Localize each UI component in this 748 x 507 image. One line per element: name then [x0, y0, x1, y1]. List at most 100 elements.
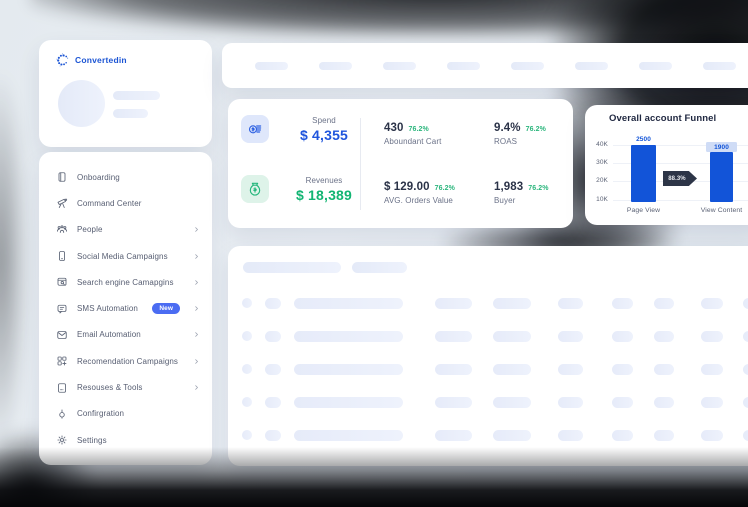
topbar-skeleton-pill	[255, 61, 288, 70]
avatar-skeleton	[58, 80, 105, 127]
phone-icon	[56, 250, 68, 262]
cell-skeleton	[701, 396, 723, 408]
sidebar-item-label: Recomendation Campaigns	[77, 356, 179, 366]
stat-revenues: Revenues $ 18,389	[241, 175, 368, 203]
row-avatar-skeleton	[242, 298, 252, 308]
sidebar-item-onboarding[interactable]: Onboarding	[39, 164, 212, 190]
cell-skeleton	[558, 429, 583, 441]
cell-skeleton	[654, 330, 674, 342]
new-badge: New	[152, 302, 180, 315]
funnel-chart: 40K 30K 20K 10K 2500 Page View 1900 View Conten…	[585, 105, 748, 225]
sidebar-item-recomendation-campaigns[interactable]: Recomendation Campaigns	[39, 348, 212, 374]
mini-stat-value: 9.4%	[494, 122, 521, 134]
stat-value: $ 18,389	[295, 186, 353, 203]
cell-skeleton	[743, 429, 748, 441]
search-doc-icon	[56, 276, 68, 288]
chevron-right-icon	[193, 305, 200, 312]
y-axis-tick: 10K	[596, 195, 608, 203]
sidebar-item-label: Confirgration	[77, 409, 125, 419]
sidebar-item-label: Search engine Camapgins	[77, 277, 174, 287]
brand-logo[interactable]: Convertedin	[56, 53, 127, 67]
people-icon	[56, 224, 68, 236]
funnel-card: Overall account Funnel 40K 30K 20K 10K 2500 P…	[585, 105, 748, 225]
mini-stat-value: 430	[384, 122, 404, 134]
cell-skeleton	[558, 330, 583, 342]
sidebar-item-command-center[interactable]: Command Center	[39, 190, 212, 216]
cell-skeleton	[743, 297, 748, 309]
mini-stat-label: ROAS	[494, 137, 518, 146]
cell-skeleton	[493, 297, 531, 309]
cell-skeleton	[654, 297, 674, 309]
cell-skeleton	[265, 429, 281, 441]
topbar-skeleton-pill	[575, 61, 608, 70]
cell-skeleton	[493, 429, 531, 441]
background-shadow-top	[30, 0, 748, 36]
cell-skeleton	[294, 297, 403, 309]
mini-stat-value: $ 129.00	[384, 181, 430, 193]
sidebar-profile-card: Convertedin	[39, 40, 212, 147]
mail-icon	[56, 329, 68, 341]
conversion-arrow-badge: 88.3%	[663, 171, 697, 186]
cell-skeleton	[493, 396, 531, 408]
telescope-icon	[56, 197, 68, 209]
mini-stat-pct: 76.2%	[525, 126, 546, 133]
cell-skeleton	[435, 396, 472, 408]
sidebar-item-social-media-campaigns[interactable]: Social Media Campaigns	[39, 243, 212, 269]
gear-icon	[56, 434, 68, 446]
stat-label: Revenues	[305, 175, 343, 185]
cell-skeleton	[701, 429, 723, 441]
topbar	[222, 43, 748, 88]
funnel-bar-view-content	[710, 152, 733, 202]
y-axis-tick: 20K	[596, 177, 608, 185]
row-avatar-skeleton	[242, 397, 252, 407]
table-row-skeleton	[228, 429, 748, 441]
plug-icon	[56, 408, 68, 420]
topbar-skeleton-pill	[703, 61, 736, 70]
row-avatar-skeleton	[242, 331, 252, 341]
x-axis-label: View Content	[700, 207, 743, 214]
stat-label: Spend	[312, 115, 336, 125]
mini-stat-buyer: 1,983 76.2% Buyer	[494, 181, 567, 205]
cell-skeleton	[743, 396, 748, 408]
topbar-skeleton-pill	[319, 61, 352, 70]
sidebar-item-search-engine-camapgins[interactable]: Search engine Camapgins	[39, 269, 212, 295]
sidebar-item-people[interactable]: People	[39, 217, 212, 243]
mini-stat-label: Aboundant Cart	[384, 137, 442, 146]
table-row-skeleton	[228, 363, 748, 375]
cell-skeleton	[294, 363, 403, 375]
cell-skeleton	[294, 429, 403, 441]
sidebar-item-settings[interactable]: Settings	[39, 427, 212, 453]
sidebar-item-confirgration[interactable]: Confirgration	[39, 401, 212, 427]
brand-name: Convertedin	[75, 55, 127, 65]
mini-stat-pct: 76.2%	[434, 185, 455, 192]
stat-value: $ 4,355	[299, 126, 349, 143]
stats-card: Spend $ 4,355 Revenues $ 18,389 430 76.2% Abo…	[228, 99, 573, 228]
mini-stat-avg-orders-value: $ 129.00 76.2% AVG. Orders Value	[384, 181, 494, 205]
cell-skeleton	[654, 429, 674, 441]
sidebar-item-label: Email Automation	[77, 330, 141, 340]
mini-stat-roas: 9.4% 76.2% ROAS	[494, 122, 567, 146]
sidebar-item-resouses-tools[interactable]: Resouses & Tools	[39, 374, 212, 400]
sidebar-item-label: People	[77, 225, 103, 235]
sidebar-item-sms-automation[interactable]: SMS Automation New	[39, 295, 212, 321]
cell-skeleton	[558, 363, 583, 375]
sidebar-item-email-automation[interactable]: Email Automation	[39, 322, 212, 348]
cell-skeleton	[265, 297, 281, 309]
profile-name-skeleton	[113, 91, 160, 100]
cell-skeleton	[294, 330, 403, 342]
chevron-right-icon	[193, 358, 200, 365]
box-icon	[56, 171, 68, 183]
cell-skeleton	[743, 330, 748, 342]
y-axis-tick: 40K	[596, 141, 608, 148]
cell-skeleton	[435, 429, 472, 441]
cell-skeleton	[435, 363, 472, 375]
chat-icon	[56, 303, 68, 315]
sidebar-item-label: Resouses & Tools	[77, 383, 143, 393]
cell-skeleton	[493, 330, 531, 342]
row-avatar-skeleton	[242, 430, 252, 440]
sidebar-nav: Onboarding Command Center People Social Med…	[39, 152, 212, 465]
background-shadow-left	[0, 60, 30, 460]
cell-skeleton	[294, 396, 403, 408]
mini-stat-aboundant-cart: 430 76.2% Aboundant Cart	[384, 122, 494, 146]
cell-skeleton	[612, 429, 633, 441]
